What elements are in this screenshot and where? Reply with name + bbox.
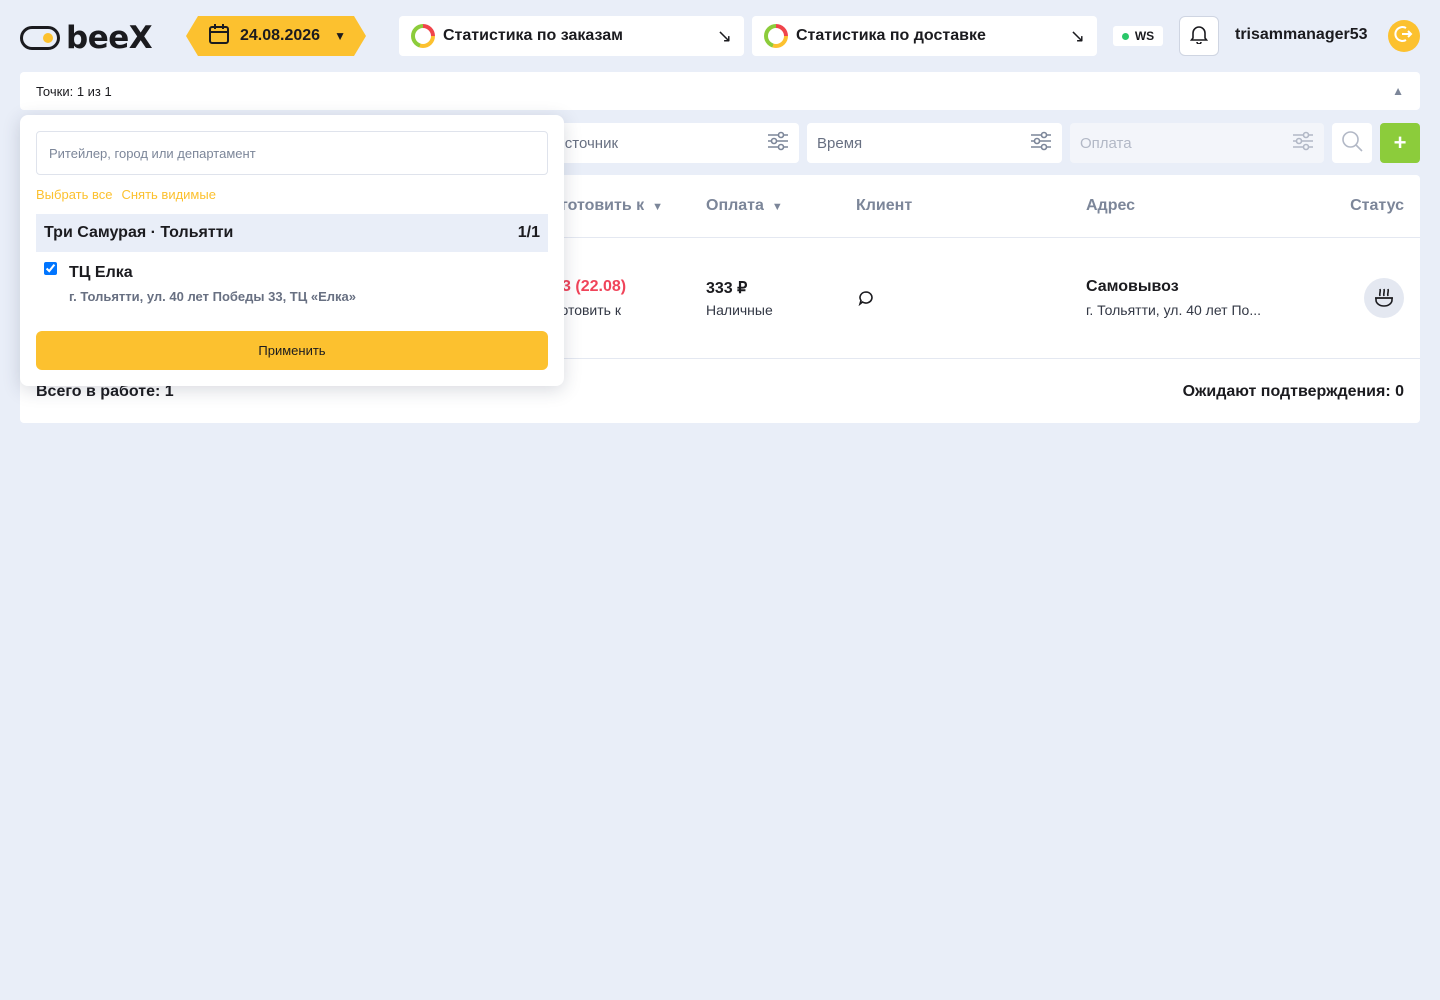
arrow-down-right-icon: ↘ <box>1069 25 1085 46</box>
deselect-visible-link[interactable]: Снять видимые <box>121 187 215 202</box>
sliders-icon <box>1030 131 1052 155</box>
chat-icon[interactable] <box>858 290 874 311</box>
source-filter[interactable]: Источник <box>544 123 799 163</box>
logout-icon <box>1394 24 1414 49</box>
stats-orders-label: Статистика по заказам <box>443 27 623 44</box>
sliders-icon <box>767 131 789 155</box>
stats-delivery-button[interactable]: Статистика по доставке ↘ <box>752 16 1097 56</box>
date-value: 24.08.2026 <box>240 27 321 44</box>
apply-button[interactable]: Применить <box>36 331 548 370</box>
column-payment[interactable]: Оплата ▼ <box>706 197 783 215</box>
status-cooking-icon[interactable] <box>1364 278 1404 318</box>
search-button[interactable] <box>1332 123 1372 163</box>
select-all-link[interactable]: Выбрать все <box>36 187 112 202</box>
ws-label: WS <box>1134 29 1155 43</box>
notifications-button[interactable] <box>1179 16 1219 56</box>
logout-button[interactable] <box>1388 20 1420 52</box>
column-client: Клиент <box>856 197 913 214</box>
ws-online-dot <box>1121 32 1129 40</box>
logo-icon <box>20 26 60 50</box>
arrow-down-right-icon: ↘ <box>716 25 732 46</box>
sort-icon: ▼ <box>771 201 783 213</box>
stats-delivery-label: Статистика по доставке <box>796 27 986 44</box>
ws-status-badge: WS <box>1113 26 1163 46</box>
awaiting-confirmation: Ожидают подтверждения: 0 <box>1182 383 1404 400</box>
payment-type: Наличные <box>706 302 773 318</box>
search-icon <box>1341 130 1363 157</box>
points-dropdown: Выбрать все Снять видимые Три Самурая · … <box>20 115 564 386</box>
group-name: Три Самурая · Тольятти <box>44 224 234 241</box>
payment-amount: 333 ₽ <box>706 280 748 297</box>
donut-icon <box>764 24 788 48</box>
caret-down-icon: ▼ <box>334 29 346 43</box>
logo-text: beeX <box>66 20 153 56</box>
points-selector[interactable]: Точки: 1 из 1 ▲ <box>20 72 1420 110</box>
sliders-icon <box>1292 131 1314 155</box>
payment-filter[interactable]: Оплата <box>1070 123 1324 163</box>
address-text: г. Тольятти, ул. 40 лет По... <box>1086 302 1261 318</box>
point-address: г. Тольятти, ул. 40 лет Победы 33, ТЦ «Е… <box>69 289 356 304</box>
chevron-up-icon: ▲ <box>1392 84 1404 98</box>
column-address: Адрес <box>1086 197 1136 214</box>
points-label: Точки: 1 из 1 <box>36 83 112 99</box>
payment-filter-label: Оплата <box>1080 134 1132 152</box>
retailer-group[interactable]: Три Самурая · Тольятти 1/1 <box>36 214 548 252</box>
bell-icon <box>1189 24 1209 49</box>
date-picker-button[interactable]: 24.08.2026 ▼ <box>186 16 366 56</box>
point-name: ТЦ Елка <box>69 264 133 281</box>
sort-icon: ▼ <box>652 201 664 213</box>
donut-icon <box>411 24 435 48</box>
time-filter-label: Время <box>817 134 863 152</box>
logo: beeX <box>20 20 153 56</box>
stats-orders-button[interactable]: Статистика по заказам ↘ <box>399 16 744 56</box>
time-filter[interactable]: Время <box>807 123 1062 163</box>
point-checkbox[interactable] <box>44 262 57 275</box>
add-order-button[interactable]: + <box>1380 123 1420 163</box>
username: trisammanager53 <box>1235 26 1368 43</box>
plus-icon: + <box>1393 130 1407 155</box>
calendar-icon <box>208 23 230 50</box>
column-status: Статус <box>1350 197 1404 214</box>
points-search-input[interactable] <box>36 131 548 175</box>
address-type: Самовывоз <box>1086 278 1179 295</box>
group-count: 1/1 <box>517 224 540 241</box>
bulk-actions: Выбрать все Снять видимые <box>36 187 216 202</box>
